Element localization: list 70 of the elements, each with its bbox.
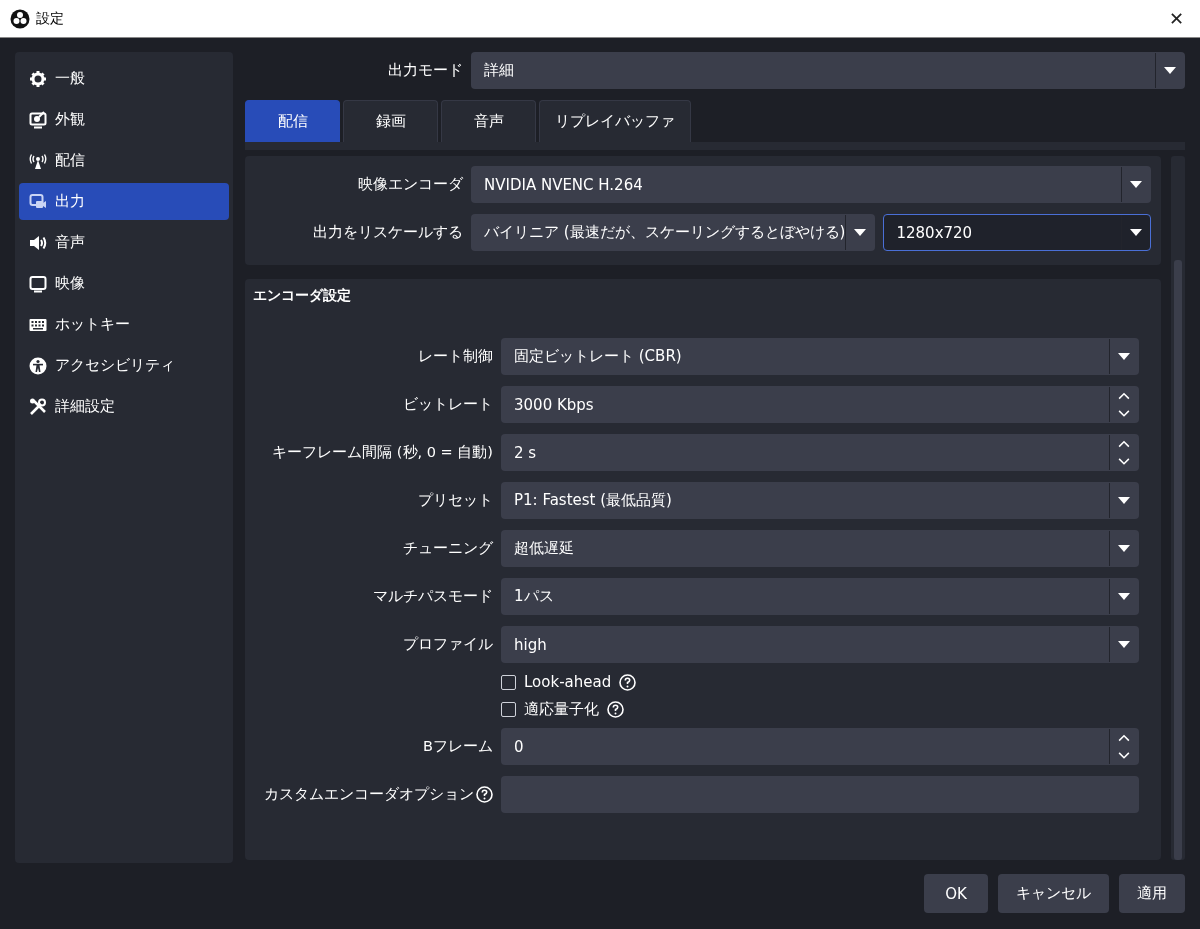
scrollbar[interactable]	[1171, 156, 1185, 860]
tab[interactable]: 配信	[245, 100, 340, 142]
field-label: 出力モード	[387, 61, 463, 80]
dropdown-arrow-icon[interactable]	[1164, 67, 1176, 74]
dropdown-arrow-icon[interactable]	[1118, 353, 1130, 360]
spin-field[interactable]: 3000 Kbps	[501, 386, 1139, 423]
select-field[interactable]: バイリニア (最速だが、スケーリングするとぼやける)	[471, 214, 876, 251]
dialog-button[interactable]: キャンセル	[998, 874, 1109, 913]
field-label: キーフレーム間隔 (秒, 0 = 自動)	[271, 443, 493, 462]
field-label: Bフレーム	[422, 737, 493, 756]
field-label: 出力をリスケールする	[312, 223, 463, 242]
select-field[interactable]: NVIDIA NVENC H.264	[471, 166, 1151, 203]
field-label: レート制御	[417, 347, 493, 366]
field-label: 映像エンコーダ	[357, 175, 463, 194]
spin-field[interactable]: 2 s	[501, 434, 1139, 471]
field-label: カスタムエンコーダオプション	[264, 785, 474, 804]
sidebar-item[interactable]: 出力	[19, 183, 229, 220]
help-icon[interactable]	[619, 673, 637, 691]
gear-icon	[29, 69, 47, 88]
text-field[interactable]	[501, 776, 1139, 813]
checkbox-label: Look-ahead	[524, 673, 612, 691]
select-field[interactable]: 1パス	[501, 578, 1139, 615]
tab[interactable]: 音声	[441, 100, 536, 142]
field-label: プリセット	[417, 491, 493, 510]
speaker-icon	[29, 233, 47, 252]
select-field[interactable]: 超低遅延	[501, 530, 1139, 567]
dialog-button[interactable]: OK	[924, 874, 988, 913]
checkbox[interactable]	[501, 674, 516, 690]
dialog-button[interactable]: 適用	[1119, 874, 1185, 913]
help-icon[interactable]	[476, 786, 493, 803]
tab[interactable]: 録画	[343, 100, 438, 142]
sidebar-item[interactable]: 映像	[19, 265, 229, 302]
sidebar-item[interactable]: 外観	[19, 101, 229, 138]
dropdown-arrow-icon[interactable]	[1130, 181, 1142, 188]
close-button[interactable]: ✕	[1162, 8, 1190, 29]
field-label: チューニング	[402, 539, 493, 558]
dropdown-arrow-icon[interactable]	[1118, 545, 1130, 552]
select-field[interactable]: high	[501, 626, 1139, 663]
checkbox[interactable]	[501, 701, 516, 717]
dropdown-arrow-icon[interactable]	[854, 229, 867, 236]
tab[interactable]: リプレイバッファ	[539, 100, 691, 142]
sidebar-item[interactable]: 一般	[19, 60, 229, 97]
select-field[interactable]: 詳細	[471, 52, 1185, 89]
field-label: マルチパスモード	[372, 587, 493, 606]
select-field[interactable]: P1: Fastest (最低品質)	[501, 482, 1139, 519]
monitor-brush-icon	[29, 110, 47, 129]
dropdown-arrow-icon[interactable]	[1118, 497, 1130, 504]
spin-field[interactable]: 0	[501, 728, 1139, 765]
app-logo-icon	[10, 8, 30, 29]
screen-camera-icon	[29, 192, 47, 211]
checkbox-label: 適応量子化	[524, 699, 599, 719]
antenna-icon	[29, 151, 47, 170]
sidebar-item[interactable]: ホットキー	[19, 306, 229, 343]
monitor-icon	[29, 274, 47, 293]
help-icon[interactable]	[607, 700, 624, 718]
window-title: 設定	[36, 9, 65, 28]
dropdown-arrow-icon[interactable]	[1118, 641, 1130, 648]
select-field[interactable]: 1280x720	[883, 214, 1151, 251]
dropdown-arrow-icon[interactable]	[1118, 593, 1130, 600]
sidebar-item[interactable]: アクセシビリティ	[19, 347, 229, 384]
field-label: プロファイル	[402, 635, 493, 654]
sidebar-item[interactable]: 詳細設定	[19, 388, 229, 425]
sidebar-item[interactable]: 音声	[19, 224, 229, 261]
sidebar-item[interactable]: 配信	[19, 142, 229, 179]
dropdown-arrow-icon[interactable]	[1130, 229, 1142, 236]
tools-icon	[29, 397, 47, 416]
section-title: エンコーダ設定	[253, 287, 352, 305]
select-field[interactable]: 固定ビットレート (CBR)	[501, 338, 1139, 375]
accessibility-icon	[29, 356, 47, 375]
field-label: ビットレート	[402, 395, 493, 414]
